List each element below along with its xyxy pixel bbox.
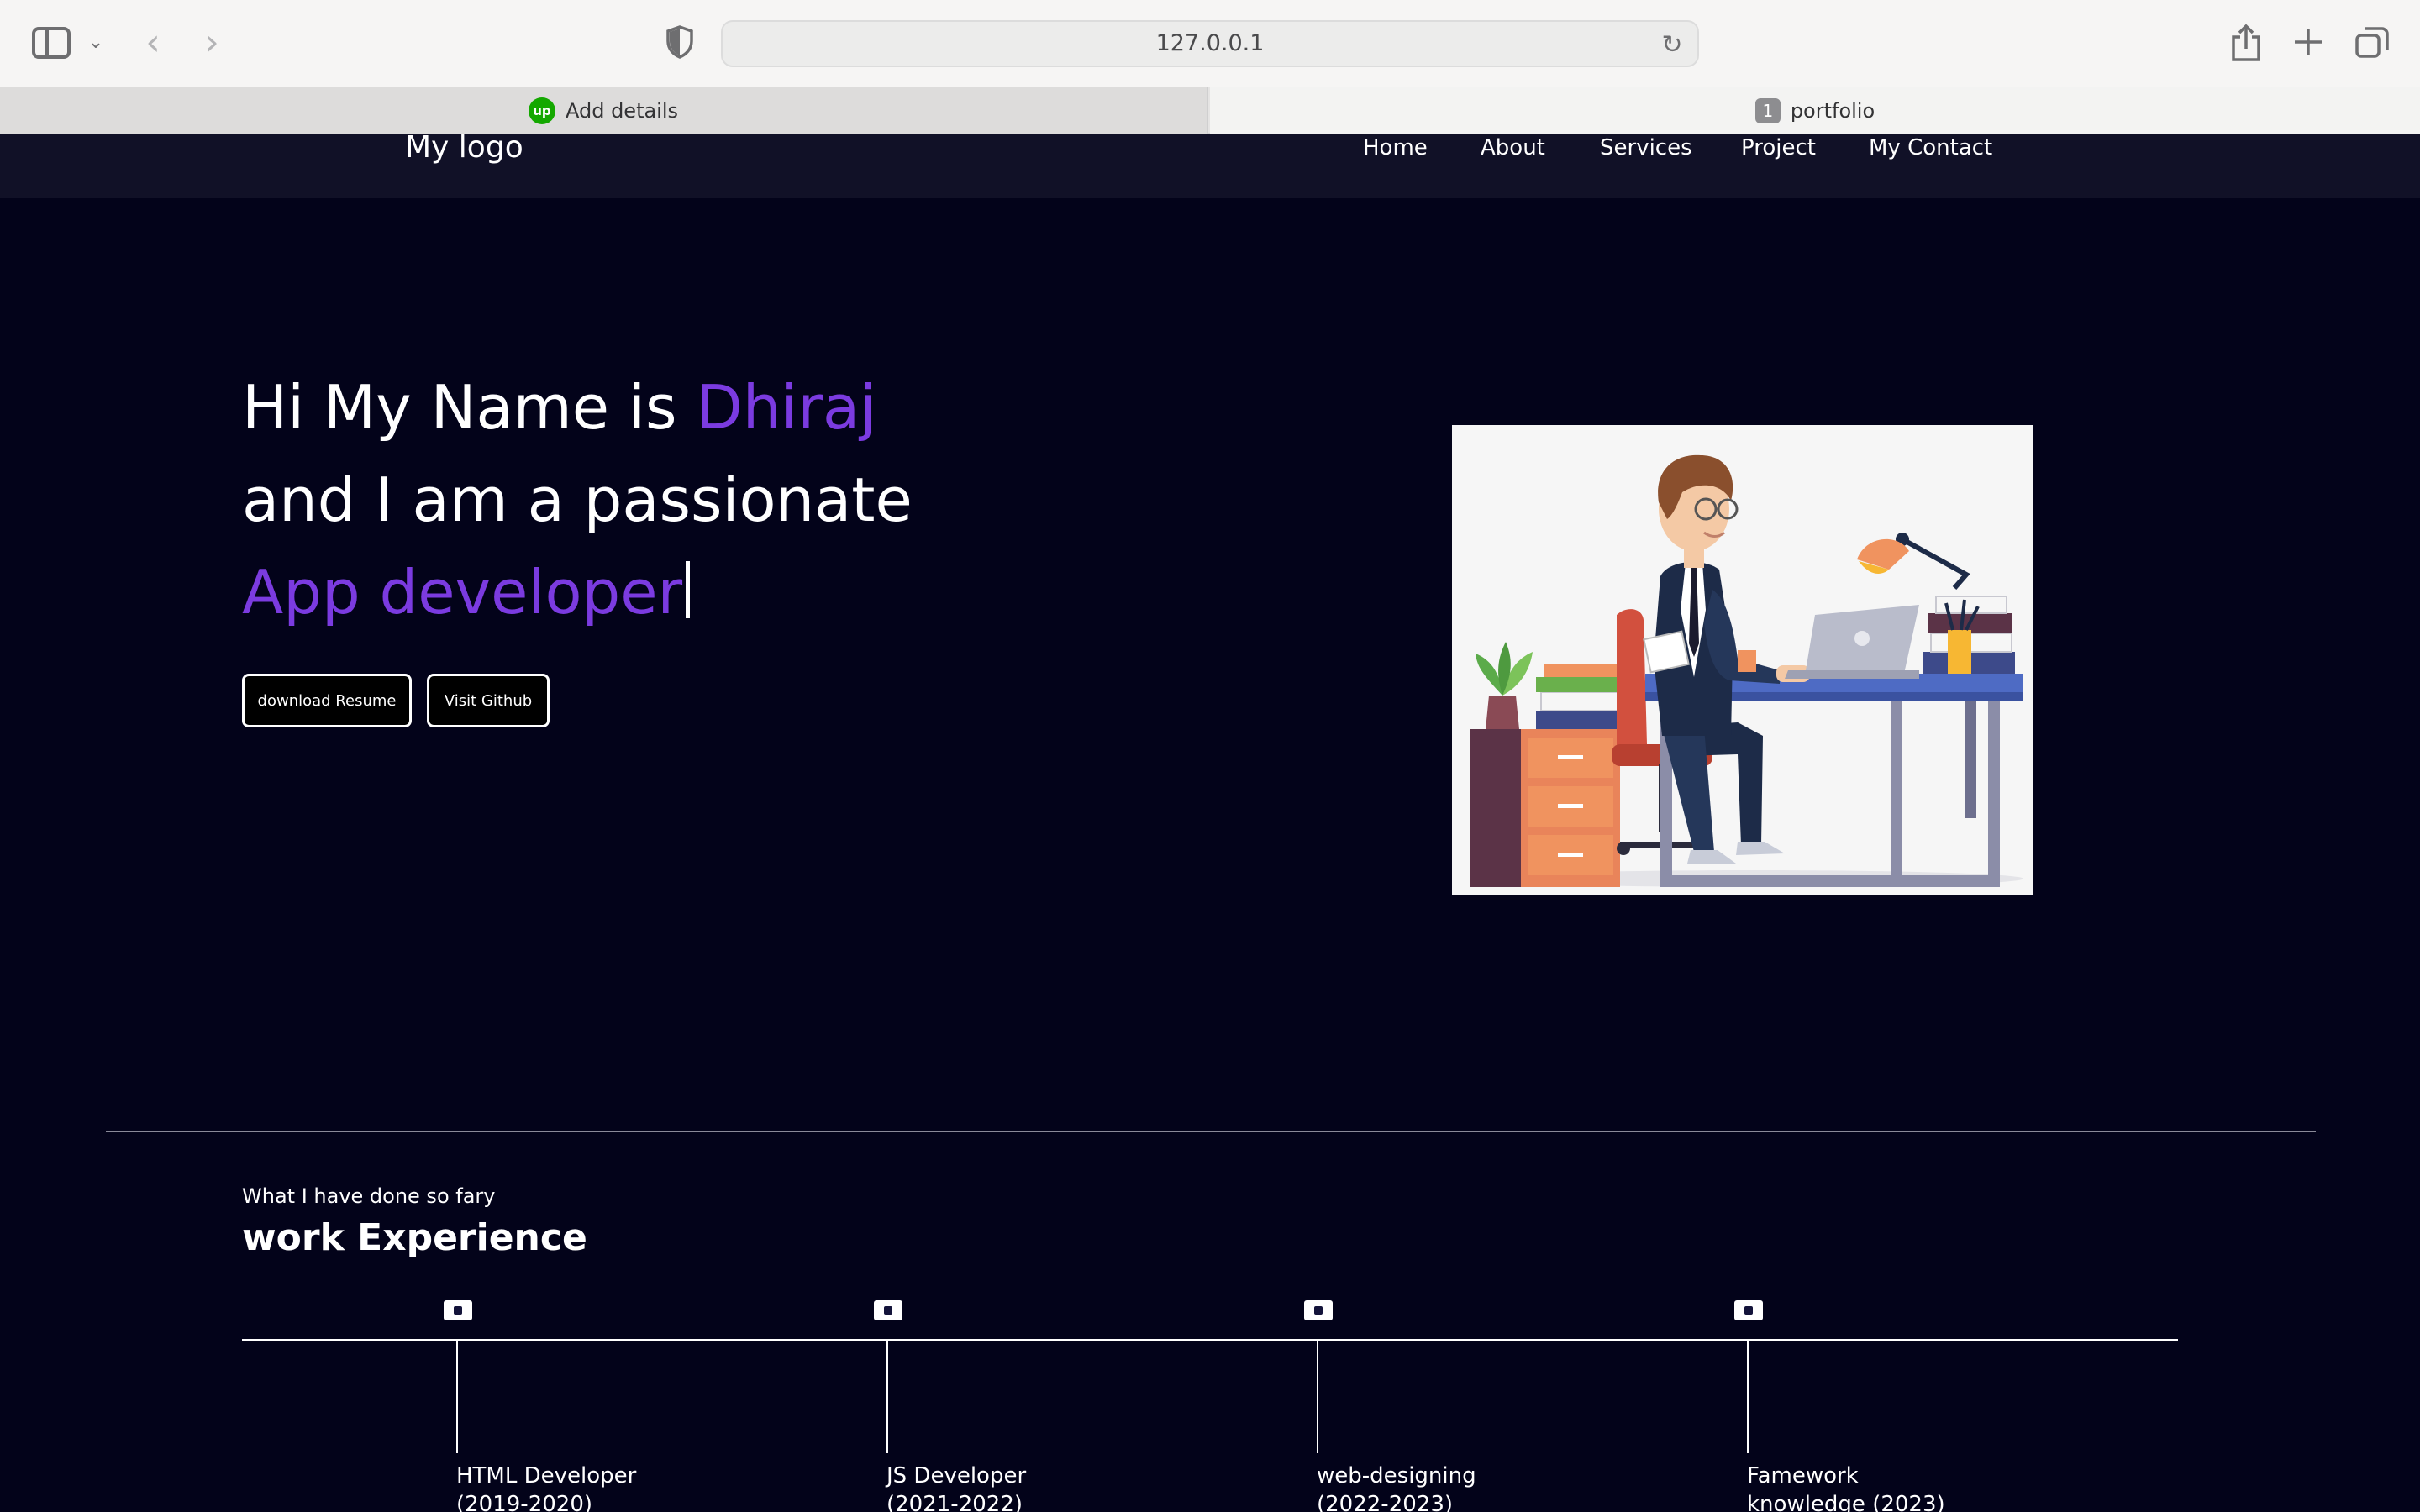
site-header: My logo Home About Services Project My C… xyxy=(0,133,2420,198)
hero-line-2: and I am a passionate xyxy=(242,465,913,535)
timeline-line xyxy=(242,1339,2178,1341)
tab-label: portfolio xyxy=(1790,99,1876,123)
nav-project[interactable]: Project xyxy=(1741,134,1816,161)
hero-name: Dhiraj xyxy=(696,372,877,443)
sidebar-toggle-icon[interactable] xyxy=(32,27,71,59)
timeline-stem xyxy=(886,1341,888,1453)
experience-role: HTML Developer xyxy=(456,1463,637,1488)
nav-about[interactable]: About xyxy=(1481,134,1545,161)
experience-period: knowledge (2023) xyxy=(1747,1492,1945,1512)
back-arrow-icon[interactable]: ‹ xyxy=(138,21,168,64)
timeline-marker-icon xyxy=(1734,1300,1763,1320)
experience-period: (2021-2022) xyxy=(886,1492,1023,1512)
experience-item: Famework knowledge (2023) xyxy=(1747,1462,1965,1512)
share-icon[interactable] xyxy=(2230,24,2262,62)
hero-line-1: Hi My Name is Dhiraj xyxy=(242,361,876,454)
experience-subtitle: What I have done so fary xyxy=(242,1184,496,1208)
visit-github-button[interactable]: Visit Github xyxy=(427,674,550,727)
tab-portfolio[interactable]: 1 portfolio xyxy=(1210,87,2420,134)
timeline-stem xyxy=(456,1341,458,1453)
site-logo[interactable]: My logo xyxy=(405,133,523,163)
nav-my-contact[interactable]: My Contact xyxy=(1869,134,1992,161)
timeline-stem xyxy=(1747,1341,1749,1453)
experience-role: Famework xyxy=(1747,1463,1859,1488)
privacy-shield-icon[interactable] xyxy=(666,25,694,59)
tab-add-details[interactable]: up Add details xyxy=(0,87,1208,134)
address-bar[interactable]: 127.0.0.1 ↻ xyxy=(721,20,1699,67)
experience-role: web-designing xyxy=(1317,1463,1476,1488)
timeline-marker-icon xyxy=(444,1300,472,1320)
nav-home[interactable]: Home xyxy=(1363,134,1428,161)
new-tab-icon[interactable] xyxy=(2292,25,2324,59)
typing-cursor xyxy=(686,561,691,618)
timeline-marker-icon xyxy=(1304,1300,1333,1320)
upwork-favicon-icon: up xyxy=(528,97,555,124)
timeline-marker-icon xyxy=(874,1300,902,1320)
experience-period: (2019-2020) xyxy=(456,1492,593,1512)
reload-icon[interactable]: ↻ xyxy=(1659,30,1686,60)
url-text[interactable]: 127.0.0.1 xyxy=(723,22,1697,66)
experience-role: JS Developer xyxy=(886,1463,1027,1488)
developer-illustration xyxy=(1452,425,2033,895)
forward-arrow-icon[interactable]: › xyxy=(197,21,227,64)
tab-bar: up Add details 1 portfolio xyxy=(0,87,2420,134)
experience-item: JS Developer (2021-2022) xyxy=(886,1462,1105,1512)
experience-item: HTML Developer (2019-2020) xyxy=(456,1462,675,1512)
experience-title: work Experience xyxy=(242,1216,587,1259)
tab-overview-icon[interactable] xyxy=(2354,25,2390,59)
hero-line-3: App developer xyxy=(242,546,691,638)
tab-number-badge: 1 xyxy=(1754,98,1781,123)
hero-greeting: Hi My Name is xyxy=(242,372,697,443)
download-resume-button[interactable]: download Resume xyxy=(242,674,412,727)
experience-item: web-designing (2022-2023) xyxy=(1317,1462,1535,1512)
hero-role: App developer xyxy=(242,557,683,627)
browser-toolbar: ⌄ ‹ › 127.0.0.1 ↻ xyxy=(0,0,2420,87)
chevron-down-icon[interactable]: ⌄ xyxy=(86,25,106,59)
experience-period: (2022-2023) xyxy=(1317,1492,1454,1512)
nav-services[interactable]: Services xyxy=(1600,134,1692,161)
section-divider xyxy=(106,1131,2316,1132)
tab-label: Add details xyxy=(565,99,679,123)
timeline-stem xyxy=(1317,1341,1318,1453)
